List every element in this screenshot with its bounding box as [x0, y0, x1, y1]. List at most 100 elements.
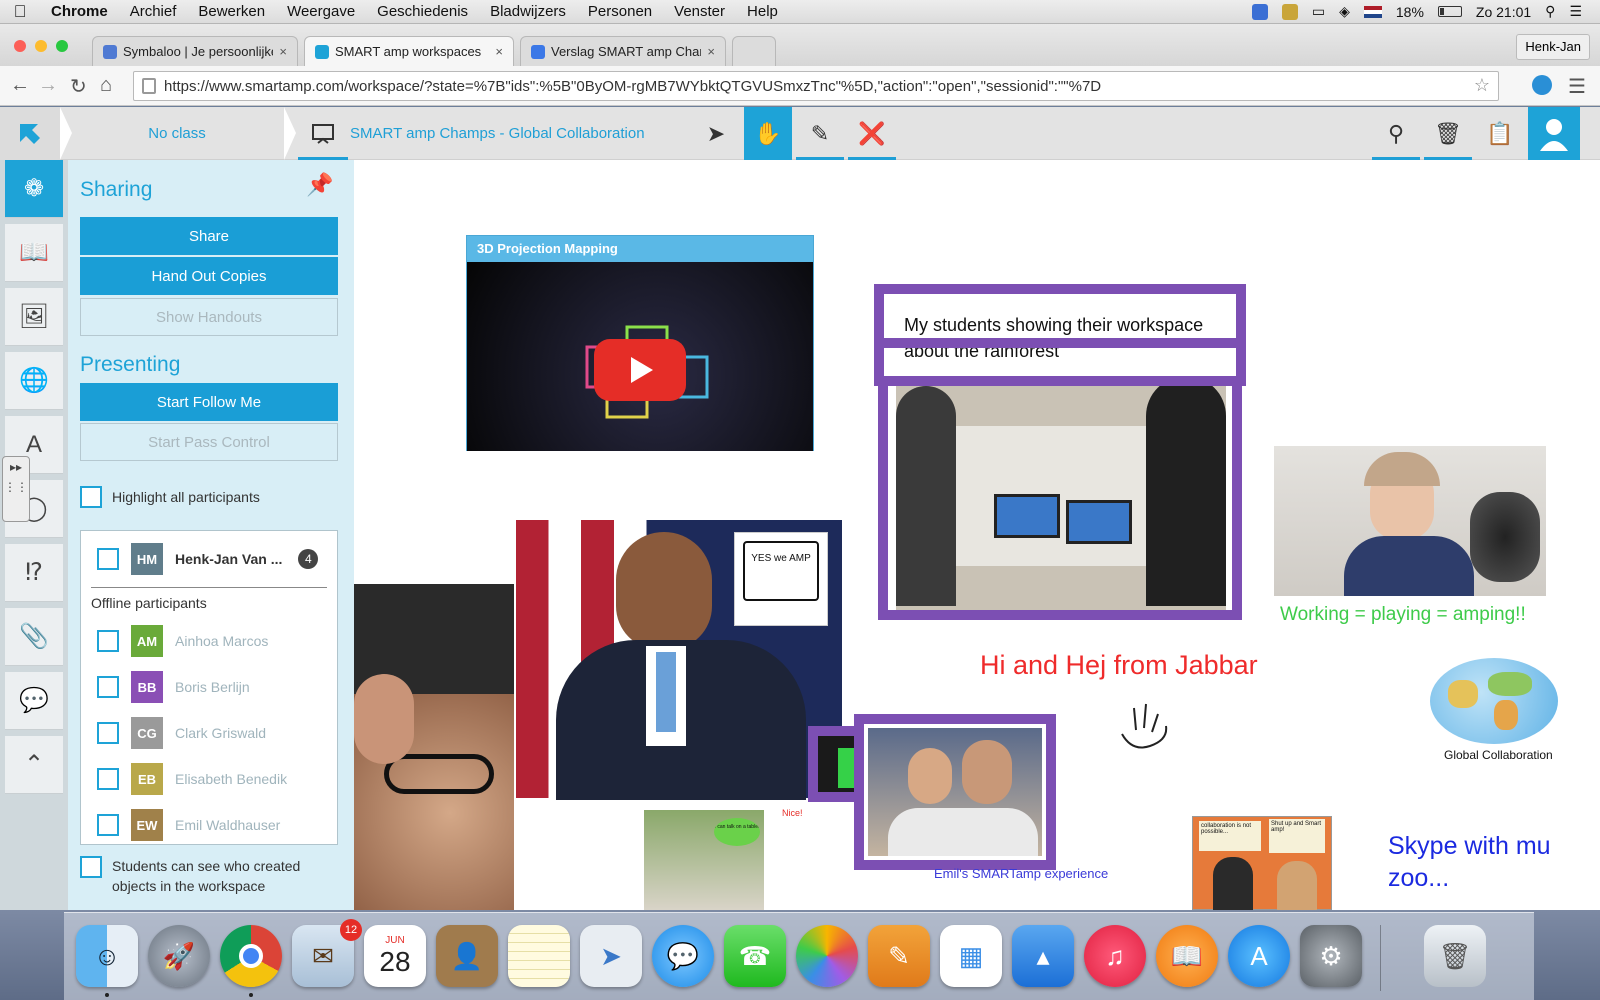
new-tab-button[interactable]: [732, 36, 776, 66]
notebook-icon[interactable]: 📖: [5, 224, 63, 282]
emils-caption[interactable]: Emil's SMARTamp experience: [934, 866, 1108, 881]
apple-menu-icon[interactable]: : [0, 2, 40, 22]
pages-icon[interactable]: ✎: [868, 925, 930, 987]
airplay-icon[interactable]: ▭: [1312, 3, 1325, 20]
input-source-flag-icon[interactable]: [1363, 5, 1382, 18]
speech-photo[interactable]: YES we AMP: [516, 520, 842, 800]
numbers-icon[interactable]: ▦: [940, 925, 1002, 987]
chrome-menu-icon[interactable]: ☰: [1568, 74, 1586, 99]
menu-geschiedenis[interactable]: Geschiedenis: [366, 3, 479, 20]
start-pass-control-button[interactable]: Start Pass Control: [80, 423, 338, 461]
participant-row[interactable]: EB Elisabeth Benedik: [81, 759, 337, 799]
back-icon[interactable]: ←: [10, 74, 30, 97]
start-follow-me-button[interactable]: Start Follow Me: [80, 383, 338, 421]
chrome-icon[interactable]: [220, 925, 282, 987]
system-preferences-icon[interactable]: ⚙: [1300, 925, 1362, 987]
participant-row[interactable]: CG Clark Griswald: [81, 713, 337, 753]
profile-button[interactable]: Henk-Jan: [1516, 34, 1590, 60]
window-minimize-button[interactable]: [35, 40, 47, 52]
tab-close-icon[interactable]: ×: [279, 44, 287, 59]
participant-row[interactable]: AM Ainhoa Marcos: [81, 621, 337, 661]
finder-icon[interactable]: ☺: [76, 925, 138, 987]
image-gallery-icon[interactable]: 🖼: [5, 288, 63, 346]
costume-photo[interactable]: [1274, 446, 1546, 596]
tab-verslag[interactable]: Verslag SMART amp Cham ×: [520, 36, 726, 66]
expand-drawer-handle-icon[interactable]: ▸▸ ⋮⋮: [2, 456, 30, 522]
window-zoom-button[interactable]: [56, 40, 68, 52]
home-icon[interactable]: ⌂: [100, 74, 112, 97]
calendar-icon[interactable]: JUN 28: [364, 925, 426, 987]
sharing-panel-icon[interactable]: ❁: [5, 160, 63, 218]
tab-close-icon[interactable]: ×: [495, 44, 503, 59]
participant-row[interactable]: BB Boris Berlijn: [81, 667, 337, 707]
bookmark-star-icon[interactable]: ☆: [1474, 75, 1490, 96]
messages-icon[interactable]: 💬: [652, 925, 714, 987]
notification-center-icon[interactable]: ☰: [1569, 3, 1582, 20]
select-tool-icon[interactable]: ➤: [692, 107, 740, 160]
notes-icon[interactable]: [508, 925, 570, 987]
attachment-icon[interactable]: 📎: [5, 608, 63, 666]
launchpad-icon[interactable]: 🚀: [148, 925, 210, 987]
spotlight-search-icon[interactable]: ⚲: [1545, 3, 1555, 20]
share-button[interactable]: Share: [80, 217, 338, 255]
participant-checkbox[interactable]: [97, 768, 119, 790]
yes-we-amp-sticker[interactable]: YES we AMP: [734, 532, 828, 626]
extension-icon[interactable]: [1532, 75, 1552, 95]
contacts-icon[interactable]: 👤: [436, 925, 498, 987]
participant-checkbox[interactable]: [97, 548, 119, 570]
highlight-checkbox[interactable]: [80, 486, 102, 508]
participant-checkbox[interactable]: [97, 814, 119, 836]
highlight-participants-row[interactable]: Highlight all participants: [80, 486, 260, 508]
ibooks-icon[interactable]: 📖: [1156, 925, 1218, 987]
maps-icon[interactable]: ➤: [580, 925, 642, 987]
statue-photo[interactable]: I can talk on a tablet: [644, 810, 764, 910]
nice-label[interactable]: Nice!: [782, 808, 803, 818]
participant-checkbox[interactable]: [97, 722, 119, 744]
tab-symbaloo[interactable]: Symbaloo | Je persoonlijke ×: [92, 36, 298, 66]
menu-personen[interactable]: Personen: [577, 3, 663, 20]
participant-checkbox[interactable]: [97, 676, 119, 698]
trash-icon[interactable]: 🗑: [1424, 925, 1486, 987]
pen-tool-icon[interactable]: ✎: [796, 107, 844, 160]
web-globe-icon[interactable]: 🌐: [5, 352, 63, 410]
menu-bewerken[interactable]: Bewerken: [187, 3, 276, 20]
youtube-play-icon[interactable]: [594, 339, 686, 401]
menu-weergave[interactable]: Weergave: [276, 3, 366, 20]
pan-hand-tool-icon[interactable]: ✋: [744, 107, 792, 160]
menu-bladwijzers[interactable]: Bladwijzers: [479, 3, 577, 20]
reload-icon[interactable]: ↻: [70, 74, 87, 99]
app-store-icon[interactable]: A: [1228, 925, 1290, 987]
account-avatar-icon[interactable]: [1528, 107, 1580, 160]
participant-checkbox[interactable]: [97, 630, 119, 652]
address-bar[interactable]: https://www.smartamp.com/workspace/?stat…: [133, 71, 1499, 101]
workspace-title[interactable]: SMART amp Champs - Global Collaboration: [350, 107, 645, 160]
working-caption[interactable]: Working = playing = amping!!: [1280, 604, 1526, 626]
students-see-creators-row[interactable]: Students can see who created objects in …: [80, 856, 342, 896]
world-map-image[interactable]: [1430, 658, 1558, 744]
hand-out-copies-button[interactable]: Hand Out Copies: [80, 257, 338, 295]
status-notes-icon[interactable]: [1281, 3, 1298, 20]
hand-drawing[interactable]: [1112, 696, 1176, 756]
window-close-button[interactable]: [14, 40, 26, 52]
delete-icon[interactable]: 🗑: [1424, 107, 1472, 160]
question-icon[interactable]: ⁉: [5, 544, 63, 602]
global-collaboration-caption[interactable]: Global Collaboration: [1444, 748, 1553, 762]
participant-row[interactable]: EW Emil Waldhauser: [81, 805, 337, 844]
forward-icon[interactable]: →: [38, 74, 58, 97]
keynote-icon[interactable]: ▴: [1012, 925, 1074, 987]
menu-venster[interactable]: Venster: [663, 3, 736, 20]
comic-image[interactable]: collaboration is not possible... Shut up…: [1192, 816, 1332, 910]
greeting-text[interactable]: Hi and Hej from Jabbar: [980, 650, 1258, 681]
wifi-icon[interactable]: ◈: [1339, 3, 1350, 20]
students-see-checkbox[interactable]: [80, 856, 102, 878]
menubar-clock[interactable]: Zo 21:01: [1476, 4, 1531, 20]
selfie-photo[interactable]: [354, 584, 514, 910]
status-app-icon[interactable]: [1251, 3, 1268, 20]
skype-caption[interactable]: Skype with mu zoo...: [1388, 830, 1600, 894]
itunes-icon[interactable]: ♫: [1084, 925, 1146, 987]
class-selector[interactable]: No class: [72, 107, 282, 160]
workspace-canvas[interactable]: 3D Projection Mapping My students showin…: [354, 160, 1600, 910]
purple-frame[interactable]: [878, 348, 1242, 620]
paste-icon[interactable]: 📋: [1476, 107, 1524, 160]
menu-app-name[interactable]: Chrome: [40, 3, 119, 20]
